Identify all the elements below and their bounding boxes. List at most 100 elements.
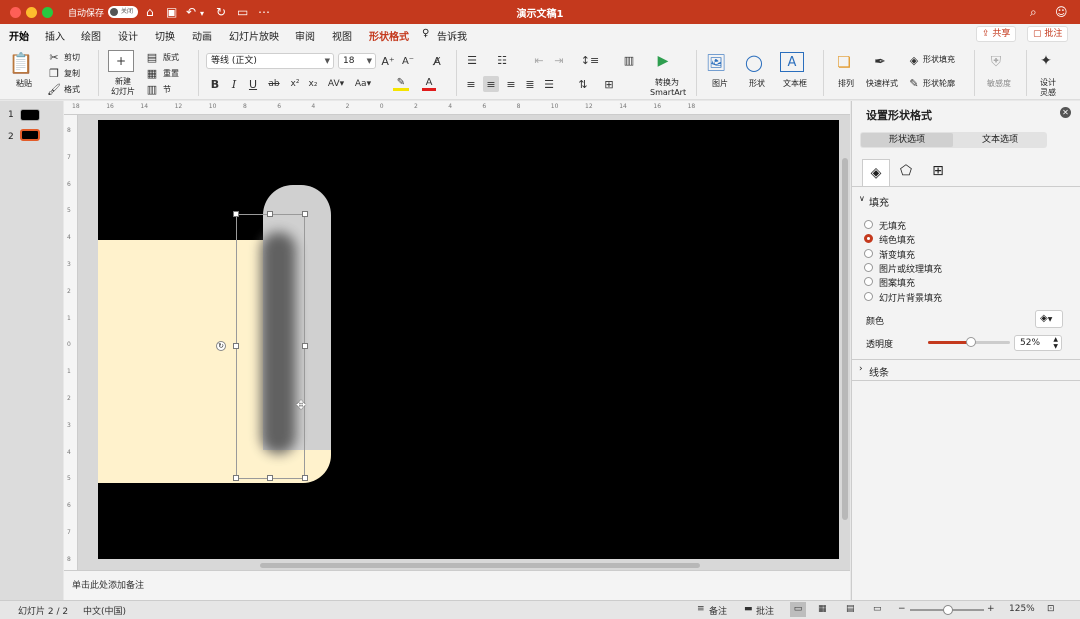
italic-icon[interactable]: I: [228, 77, 240, 91]
layout-label[interactable]: 版式: [163, 53, 179, 63]
language-indicator[interactable]: 中文(中国): [83, 604, 126, 617]
tab-tell-me[interactable]: 告诉我: [437, 28, 467, 43]
distributed-icon[interactable]: ☰: [542, 77, 556, 91]
new-slide-label-2[interactable]: 幻灯片: [111, 87, 135, 97]
paste-icon[interactable]: 📋: [8, 50, 34, 76]
tab-transitions[interactable]: 切换: [155, 28, 175, 43]
superscript-icon[interactable]: x²: [289, 77, 301, 91]
line-spacing-icon[interactable]: ↕≡: [581, 53, 599, 67]
share-button[interactable]: ⇪ 共享: [976, 26, 1017, 42]
decrease-font-icon[interactable]: A⁻: [401, 53, 415, 69]
format-painter-icon[interactable]: 🖌: [47, 83, 61, 96]
change-case-icon[interactable]: Aa▾: [352, 77, 374, 91]
paste-label[interactable]: 粘贴: [16, 79, 32, 89]
chevron-right-icon[interactable]: ›: [859, 364, 863, 374]
zoom-out-icon[interactable]: −: [898, 604, 906, 614]
line-section-header[interactable]: 线条: [869, 364, 889, 379]
slideshow-view-icon[interactable]: ▭: [873, 604, 882, 614]
tab-review[interactable]: 审阅: [295, 28, 315, 43]
quick-style-label[interactable]: 快速样式: [866, 79, 898, 89]
text-direction-icon[interactable]: ⇅: [574, 77, 592, 91]
notes-toggle[interactable]: 备注: [709, 604, 727, 617]
tab-slideshow[interactable]: 幻灯片放映: [229, 28, 279, 43]
reset-label[interactable]: 重置: [163, 69, 179, 79]
fill-radio-1[interactable]: [864, 234, 873, 244]
resize-handle[interactable]: [302, 475, 308, 481]
normal-view-icon[interactable]: ▭: [790, 602, 806, 617]
fill-radio-4[interactable]: [864, 277, 873, 287]
search-icon[interactable]: ⌕: [1030, 4, 1037, 20]
fill-line-icon[interactable]: ◈: [862, 159, 890, 186]
color-picker-button[interactable]: ◈▼: [1035, 310, 1063, 328]
convert-smartart-label-2[interactable]: SmartArt: [650, 88, 686, 98]
account-icon[interactable]: ☺: [1055, 4, 1068, 20]
tab-insert[interactable]: 插入: [45, 28, 65, 43]
tab-draw[interactable]: 绘图: [81, 28, 101, 43]
subscript-icon[interactable]: x₂: [307, 77, 319, 91]
shape-fill-icon[interactable]: ◈: [907, 53, 921, 67]
zoom-level[interactable]: 125%: [1009, 604, 1035, 614]
font-size-dropdown[interactable]: 18 ▼: [338, 53, 376, 69]
increase-indent-icon[interactable]: ⇥: [552, 53, 566, 67]
resize-handle[interactable]: [302, 211, 308, 217]
char-spacing-icon[interactable]: AV▾: [326, 77, 346, 91]
zoom-slider-knob[interactable]: [943, 605, 953, 615]
size-properties-icon[interactable]: ⊞: [928, 163, 948, 183]
arrange-icon[interactable]: ❏: [832, 52, 856, 72]
tab-shape-options[interactable]: 形状选项: [861, 133, 953, 147]
chevron-down-icon[interactable]: ∨: [859, 194, 865, 203]
resize-handle[interactable]: [233, 211, 239, 217]
slide[interactable]: ↻ ✥: [98, 120, 839, 559]
cut-icon[interactable]: ✂: [48, 51, 60, 64]
tab-shape-format[interactable]: 形状格式: [369, 28, 409, 43]
new-slide-icon[interactable]: +: [108, 50, 134, 72]
fill-option-label[interactable]: 幻灯片背景填充: [879, 291, 942, 304]
align-left-icon[interactable]: ≡: [464, 77, 478, 91]
notes-icon[interactable]: ≡: [697, 604, 705, 614]
vertical-scrollbar[interactable]: [842, 158, 848, 520]
shape-icon[interactable]: ◯: [742, 52, 766, 72]
font-name-dropdown[interactable]: 等线 (正文) ▼: [206, 53, 334, 69]
resize-handle[interactable]: [267, 211, 273, 217]
transparency-slider[interactable]: [928, 337, 1010, 347]
section-label[interactable]: 节: [163, 85, 171, 95]
fill-option-label[interactable]: 图案填充: [879, 276, 915, 289]
bold-icon[interactable]: B: [209, 77, 221, 91]
stepper-icon[interactable]: ▲ ▼: [1053, 336, 1058, 350]
transparency-slider-knob[interactable]: [965, 337, 976, 347]
fill-option-label[interactable]: 图片或纹理填充: [879, 262, 942, 275]
reading-view-icon[interactable]: ▤: [846, 604, 855, 614]
format-painter-label[interactable]: 格式: [64, 85, 80, 95]
cut-label[interactable]: 剪切: [64, 53, 80, 63]
convert-smartart-label-1[interactable]: 转换为: [655, 78, 679, 88]
highlight-icon[interactable]: ✎: [393, 77, 409, 91]
reset-icon[interactable]: ▦: [146, 67, 158, 80]
design-ideas-label-2[interactable]: 灵感: [1040, 88, 1056, 98]
transparency-input[interactable]: 52% ▲ ▼: [1014, 335, 1062, 351]
tab-text-options[interactable]: 文本选项: [954, 133, 1046, 147]
slide-sorter-icon[interactable]: ▦: [818, 604, 827, 614]
shape-label[interactable]: 形状: [749, 79, 765, 89]
zoom-slider[interactable]: [910, 605, 984, 615]
layout-icon[interactable]: ▤: [146, 51, 158, 64]
picture-icon[interactable]: 🖼: [704, 52, 728, 72]
zoom-in-icon[interactable]: +: [987, 604, 995, 614]
justify-icon[interactable]: ≣: [523, 77, 537, 91]
align-text-icon[interactable]: ⊞: [600, 77, 618, 91]
tab-animations[interactable]: 动画: [192, 28, 212, 43]
underline-icon[interactable]: U: [247, 77, 259, 91]
columns-icon[interactable]: ▥: [622, 53, 636, 67]
arrange-label[interactable]: 排列: [838, 79, 854, 89]
smartart-icon[interactable]: ▶: [652, 50, 674, 72]
fill-option-label[interactable]: 渐变填充: [879, 248, 915, 261]
comments-icon[interactable]: ▬: [744, 604, 753, 614]
fill-section-header[interactable]: 填充: [869, 194, 889, 209]
comments-toggle[interactable]: 批注: [756, 604, 774, 617]
fit-to-window-icon[interactable]: ⊡: [1047, 604, 1055, 614]
shape-outline-label[interactable]: 形状轮廓: [923, 79, 955, 89]
picture-label[interactable]: 图片: [712, 79, 728, 89]
clear-format-icon[interactable]: A̸: [430, 53, 444, 69]
design-ideas-label-1[interactable]: 设计: [1040, 78, 1056, 88]
resize-handle[interactable]: [302, 343, 308, 349]
section-icon[interactable]: ▥: [146, 83, 158, 96]
